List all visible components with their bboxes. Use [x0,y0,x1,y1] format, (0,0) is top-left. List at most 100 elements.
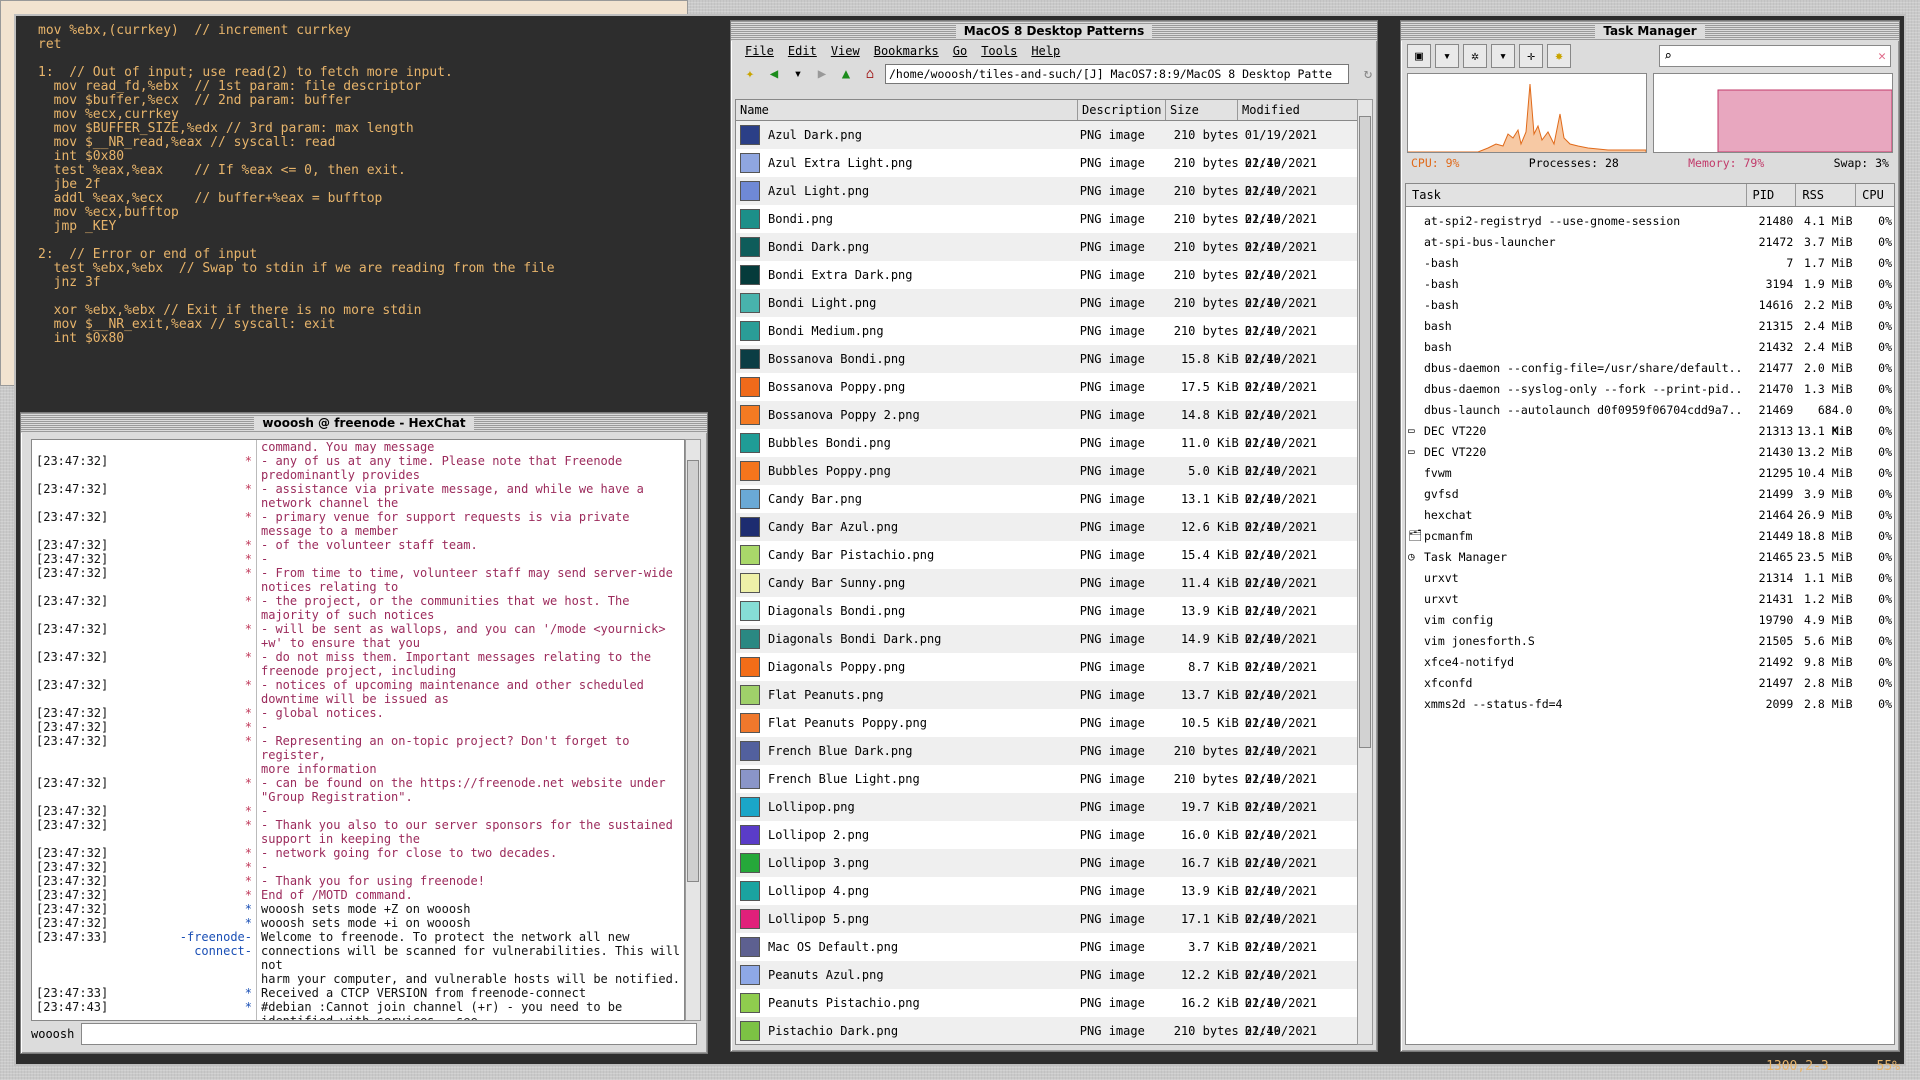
file-row[interactable]: Bossanova Bondi.png PNG image 15.8 KiB 01/1… [736,345,1360,394]
menu-item-file[interactable]: File [745,41,774,61]
task-row[interactable]: dbus-daemon --syslog-only --fork --print… [1406,379,1894,400]
file-row[interactable]: Bondi.png PNG image 210 bytes 01/19/2021 22… [736,205,1360,254]
chat-nick[interactable]: * [174,454,257,482]
history-dropdown-icon[interactable]: ▾ [789,65,807,83]
file-row[interactable]: Diagonals Poppy.png PNG image 8.7 KiB 01/19… [736,653,1360,702]
fm-titlebar[interactable]: MacOS 8 Desktop Patterns [731,21,1377,41]
chat-log[interactable]: command. You may message [23:47:32] * - any… [31,439,685,1021]
task-row[interactable]: hexchat 21464 26.9 MiB 0% [1406,505,1894,526]
file-row[interactable]: Peanuts Azul.png PNG image 12.2 KiB 01/19/2… [736,961,1360,1010]
file-row[interactable]: Lollipop 5.png PNG image 17.1 KiB 01/19/202… [736,905,1360,954]
file-row[interactable]: Bondi Extra Dark.png PNG image 210 bytes 01… [736,261,1360,310]
file-row[interactable]: Bondi Medium.png PNG image 210 bytes 01/19/… [736,317,1360,366]
forward-arrow-icon[interactable]: ▶ [813,65,831,83]
task-row[interactable]: bash 21432 2.4 MiB 0% [1406,337,1894,358]
chat-nick[interactable]: * [174,734,257,776]
task-search-input[interactable]: ⌕ ✕ [1659,45,1891,67]
chat-nick[interactable]: * [174,594,257,622]
hexchat-titlebar[interactable]: wooosh @ freenode - HexChat [21,413,707,433]
chat-nick[interactable]: * [174,846,257,860]
chat-nick[interactable]: * [174,776,257,804]
chat-nick[interactable]: * [174,510,257,538]
chat-nick[interactable]: * [174,860,257,874]
chat-nick[interactable]: * [174,552,257,566]
task-row[interactable]: -bash 7 1.7 MiB 0% [1406,253,1894,274]
task-row[interactable]: 🗂 pcmanfm 21449 18.8 MiB 0% [1406,526,1894,547]
home-icon[interactable]: ⌂ [861,65,879,83]
file-row[interactable]: Bossanova Poppy 2.png PNG image 14.8 KiB 01… [736,401,1360,450]
file-row[interactable]: Bossanova Poppy.png PNG image 17.5 KiB 01/1… [736,373,1360,422]
file-row[interactable]: Diagonals Bondi.png PNG image 13.9 KiB 01/1… [736,597,1360,646]
chat-nick[interactable] [174,440,257,454]
file-row[interactable]: Mac OS Default.png PNG image 3.7 KiB 01/19/… [736,933,1360,982]
clear-search-icon[interactable]: ✕ [1878,49,1886,64]
task-row[interactable]: xfconfd 21497 2.8 MiB 0% [1406,673,1894,694]
file-manager-window[interactable]: MacOS 8 Desktop Patterns File Edit View Boo… [730,20,1378,1052]
chat-nick[interactable]: * [174,678,257,706]
file-row[interactable]: Candy Bar Azul.png PNG image 12.6 KiB 01/19… [736,513,1360,562]
file-list-scrollbar[interactable] [1357,99,1373,1045]
task-row[interactable]: ◷ Task Manager 21465 23.5 MiB 0% [1406,547,1894,568]
task-row[interactable]: urxvt 21314 1.1 MiB 0% [1406,568,1894,589]
task-row[interactable]: ▭ DEC VT220 21313 13.1 MiB 0% [1406,421,1894,442]
column-pid[interactable]: PID [1747,184,1797,206]
menu-item-edit[interactable]: Edit [788,41,817,61]
chat-input[interactable] [81,1023,697,1045]
file-row[interactable]: Bubbles Bondi.png PNG image 11.0 KiB 01/19/… [736,429,1360,478]
file-row[interactable]: Lollipop.png PNG image 19.7 KiB 01/19/2021 … [736,793,1360,842]
file-row[interactable]: Peanuts Pistachio.png PNG image 16.2 KiB 01… [736,989,1360,1038]
task-row[interactable]: -bash 14616 2.2 MiB 0% [1406,295,1894,316]
task-row[interactable]: vim config 19790 4.9 MiB 0% [1406,610,1894,631]
file-row[interactable]: Azul Dark.png PNG image 210 bytes 01/19/202… [736,121,1360,170]
chat-scrollbar[interactable] [685,439,701,1021]
hexchat-window[interactable]: wooosh @ freenode - HexChat command. You… [20,412,708,1054]
view-dropdown-icon[interactable]: ▾ [1435,44,1459,68]
menu-item-tools[interactable]: Tools [981,41,1017,61]
file-row[interactable]: Flat Peanuts.png PNG image 13.7 KiB 01/19/2… [736,681,1360,730]
file-row[interactable]: French Blue Dark.png PNG image 210 bytes 01… [736,737,1360,786]
file-row[interactable]: Pistachio Dark.png PNG image 210 bytes 01/1… [736,1017,1360,1044]
chat-scrollbar-thumb[interactable] [687,460,699,882]
nick-button[interactable]: wooosh [31,1027,81,1041]
chat-nick[interactable]: * [174,804,257,818]
chat-nick[interactable]: * [174,1000,257,1020]
file-row[interactable]: Lollipop 3.png PNG image 16.7 KiB 01/19/202… [736,849,1360,898]
task-row[interactable]: xfce4-notifyd 21492 9.8 MiB 0% [1406,652,1894,673]
task-row[interactable]: bash 21315 2.4 MiB 0% [1406,316,1894,337]
task-row[interactable]: at-spi-bus-launcher 21472 3.7 MiB 0% [1406,232,1894,253]
chat-nick[interactable]: * [174,902,257,916]
chat-nick[interactable]: * [174,888,257,902]
chat-nick[interactable]: * [174,482,257,510]
address-bar[interactable]: /home/wooosh/tiles-and-such/[J] MacOS7:8… [885,64,1349,84]
task-list[interactable]: Task PID RSS CPU at-spi2-registryd --use… [1405,183,1895,1045]
file-row[interactable]: Lollipop 2.png PNG image 16.0 KiB 01/19/202… [736,821,1360,870]
tools-icon[interactable]: ✲ [1463,44,1487,68]
chat-nick[interactable]: * [174,720,257,734]
chat-nick[interactable]: * [174,650,257,678]
file-row[interactable]: Azul Extra Light.png PNG image 210 bytes 01… [736,149,1360,198]
file-list[interactable]: Name Description Size Modified Azul Dark… [735,99,1361,1045]
file-row[interactable]: French Blue Light.png PNG image 210 bytes 0… [736,765,1360,814]
chat-nick[interactable]: * [174,818,257,846]
file-row[interactable]: Candy Bar Sunny.png PNG image 11.4 KiB 01/1… [736,569,1360,618]
back-arrow-icon[interactable]: ◀ [765,65,783,83]
chat-nick[interactable]: -freenode-connect- [174,930,257,986]
task-row[interactable]: -bash 3194 1.9 MiB 0% [1406,274,1894,295]
chat-nick[interactable]: * [174,916,257,930]
column-cpu[interactable]: CPU [1856,184,1894,206]
file-row[interactable]: Diagonals Bondi Dark.png PNG image 14.9 Ki… [736,625,1360,674]
chat-nick[interactable]: * [174,622,257,650]
column-size[interactable]: Size [1166,100,1238,120]
file-row[interactable]: Azul Light.png PNG image 210 bytes 01/19/20… [736,177,1360,226]
file-row[interactable]: Candy Bar Pistachio.png PNG image 15.4 KiB… [736,541,1360,590]
task-row[interactable]: vim jonesforth.S 21505 5.6 MiB 0% [1406,631,1894,652]
task-row[interactable]: fvwm 21295 10.4 MiB 0% [1406,463,1894,484]
file-row[interactable]: Candy Bar.png PNG image 13.1 KiB 01/19/2021… [736,485,1360,534]
task-row[interactable]: gvfsd 21499 3.9 MiB 0% [1406,484,1894,505]
menu-item-view[interactable]: View [831,41,860,61]
chat-nick[interactable]: * [174,706,257,720]
column-description[interactable]: Description [1078,100,1166,120]
file-row[interactable]: Bondi Dark.png PNG image 210 bytes 01/19/20… [736,233,1360,282]
column-modified[interactable]: Modified [1238,100,1360,120]
task-row[interactable]: dbus-daemon --config-file=/usr/share/def… [1406,358,1894,379]
